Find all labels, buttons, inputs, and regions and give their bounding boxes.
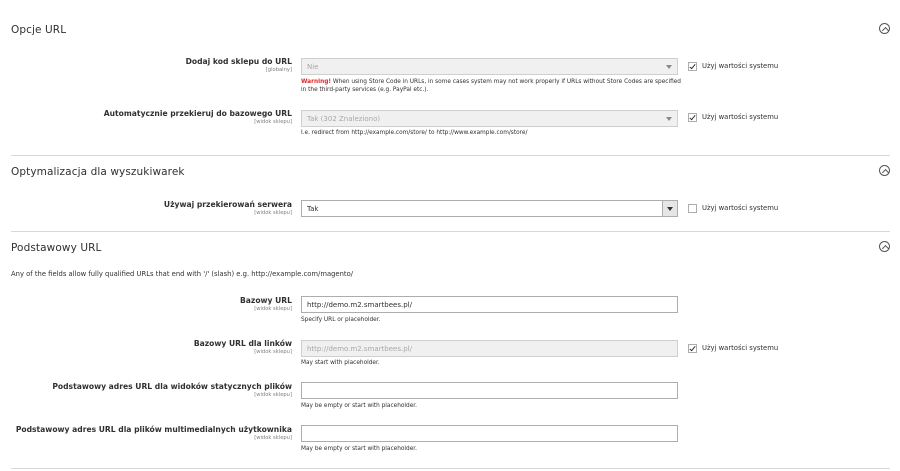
- section-title: Podstawowy URL: [11, 242, 102, 254]
- chevron-up-circle-icon[interactable]: [879, 241, 890, 252]
- checkmark-icon: [689, 113, 696, 121]
- use-system-checkbox[interactable]: [688, 62, 697, 71]
- base-link-url-note: May start with placeholder.: [301, 360, 380, 366]
- section-title: Optymalizacja dla wyszukiwarek: [11, 166, 185, 178]
- section-divider: [11, 155, 890, 156]
- section-header-base-url[interactable]: Podstawowy URL: [11, 238, 890, 262]
- field-label-base-media-url: Podstawowy adres URL dla plików multimed…: [15, 425, 292, 441]
- field-label-server-rewrites: Używaj przekierowań serwera [widok sklep…: [163, 200, 292, 216]
- triangle-down-icon: [662, 111, 677, 126]
- base-media-url-note: May be empty or start with placeholder.: [301, 446, 417, 452]
- store-code-note: Warning! When using Store Code in URLs, …: [301, 79, 681, 93]
- use-system-checkbox[interactable]: [688, 344, 697, 353]
- section-header-opcje-url[interactable]: Opcje URL: [11, 20, 890, 44]
- base-link-url-input[interactable]: http://demo.m2.smartbees.pl/: [301, 340, 678, 357]
- checkmark-icon: [689, 344, 696, 352]
- section-header-seo[interactable]: Optymalizacja dla wyszukiwarek: [11, 162, 890, 186]
- field-label-auto-redirect: Automatycznie przekieruj do bazowego URL…: [103, 109, 292, 125]
- checkmark-icon: [689, 62, 696, 70]
- section-divider: [11, 468, 890, 469]
- base-static-url-note: May be empty or start with placeholder.: [301, 403, 417, 409]
- base-static-url-input[interactable]: [301, 382, 678, 399]
- server-rewrites-select[interactable]: Tak: [301, 200, 678, 217]
- triangle-down-icon: [662, 201, 677, 216]
- chevron-up-circle-icon[interactable]: [879, 165, 890, 176]
- auto-redirect-select[interactable]: Tak (302 Znaleziono): [301, 110, 678, 127]
- section-divider: [11, 231, 890, 232]
- store-code-select[interactable]: Nie: [301, 58, 678, 75]
- section-title: Opcje URL: [11, 24, 67, 36]
- base-url-input[interactable]: http://demo.m2.smartbees.pl/: [301, 296, 678, 313]
- use-system-checkbox[interactable]: [688, 204, 697, 213]
- field-label-base-link-url: Bazowy URL dla linków [widok sklepu]: [193, 339, 292, 355]
- field-label-store-code: Dodaj kod sklepu do URL [globalny]: [185, 57, 292, 73]
- field-label-base-static-url: Podstawowy adres URL dla widoków statycz…: [52, 382, 292, 398]
- field-label-base-url: Bazowy URL [widok sklepu]: [239, 296, 292, 312]
- use-system-checkbox[interactable]: [688, 113, 697, 122]
- auto-redirect-note: I.e. redirect from http://example.com/st…: [301, 130, 528, 136]
- triangle-down-icon: [662, 59, 677, 74]
- chevron-up-circle-icon[interactable]: [879, 23, 890, 34]
- base-url-note: Specify URL or placeholder.: [301, 317, 381, 323]
- section-comment: Any of the fields allow fully qualified …: [11, 270, 354, 278]
- base-media-url-input[interactable]: [301, 425, 678, 442]
